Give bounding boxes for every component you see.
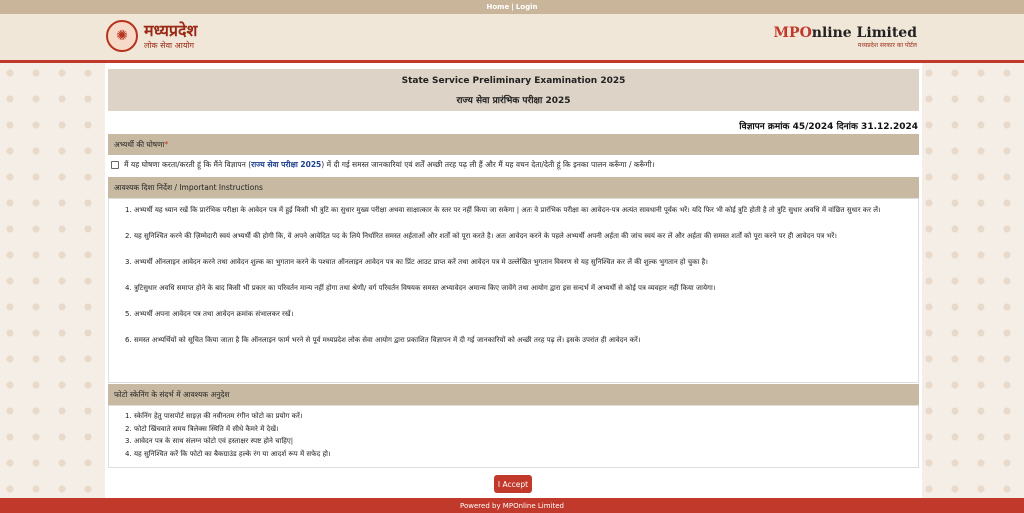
photo-instruction-item: 4. यह सुनिश्चित करें कि फोटो का बैकग्राउं… [125, 449, 331, 458]
instructions-section-header: आवश्यक दिशा निर्देश / Important Instruct… [108, 177, 919, 198]
right-background-pattern [919, 63, 1024, 498]
declaration-header-label: अभ्यर्थी की घोषणा [114, 139, 165, 149]
logo-title: मध्यप्रदेश [144, 20, 198, 40]
instructions-list: 1. अभ्यर्थी यह ध्यान रखें कि प्रारंभिक पर… [125, 204, 905, 360]
exam-header: State Service Preliminary Examination 20… [108, 69, 919, 111]
exam-title-english: State Service Preliminary Examination 20… [401, 76, 626, 86]
photo-instructions-list: 1. स्केनिंग हेतु पासपोर्ट साइज़ की नवीनतम… [125, 410, 331, 460]
mppsc-logo[interactable]: ✺ मध्यप्रदेश लोक सेवा आयोग [106, 20, 197, 52]
emblem-icon: ✺ [106, 20, 138, 52]
mponline-logo[interactable]: MPOnline Limited मध्यप्रदेश सरकार का पोर… [774, 26, 917, 49]
instruction-item: 6. समस्त अभ्यर्थियों को सूचित किया जाता ह… [125, 336, 641, 344]
declaration-row: मैं यह घोषणा करता/करती हूं कि मैंने विज्… [111, 160, 654, 170]
site-header: ✺ मध्यप्रदेश लोक सेवा आयोग MPOnline Limi… [0, 14, 1024, 60]
photo-instruction-item: 2. फोटो खिंचवाते समय त्रिलेक्स स्थिति में… [125, 424, 279, 433]
nav-separator: | [511, 3, 514, 11]
instruction-item: 1. अभ्यर्थी यह ध्यान रखें कि प्रारंभिक पर… [125, 206, 881, 214]
accept-button[interactable]: I Accept [494, 475, 532, 493]
instruction-item: 3. अभ्यर्थी ऑनलाइन आवेदन करने तथा आवेदन श… [125, 258, 708, 266]
footer: Powered by MPOnline Limited [0, 498, 1024, 513]
photo-instruction-item: 1. स्केनिंग हेतु पासपोर्ट साइज़ की नवीनतम… [125, 412, 303, 420]
photo-instruction-item: 3. आवेदन पत्र के साथ संलग्न फोटो एवं हस्त… [125, 437, 294, 445]
main-content: State Service Preliminary Examination 20… [105, 63, 922, 498]
photo-instructions-box: 1. स्केनिंग हेतु पासपोर्ट साइज़ की नवीनतम… [108, 405, 919, 468]
advertisement-link[interactable]: राज्य सेवा परीक्षा 2025 [251, 160, 321, 170]
instruction-item: 4. त्रुटिसुधार अवधि समाप्त होने के बाद कि… [125, 284, 716, 292]
left-background-pattern [0, 63, 105, 498]
instruction-item: 5. अभ्यर्थी अपना आवेदन पत्र तथा आवेदन क्र… [125, 310, 294, 318]
top-nav-bar: Home | Login [0, 0, 1024, 14]
footer-text: Powered by MPOnline Limited [460, 501, 564, 510]
required-mark: * [164, 140, 169, 149]
home-link[interactable]: Home [487, 3, 510, 11]
mponline-brand: MPOnline Limited [773, 25, 917, 41]
logo-subtitle: लोक सेवा आयोग [144, 40, 195, 50]
declaration-text-after: ) में दी गई समस्त जानकारियां एवं शर्तें … [321, 160, 655, 169]
declaration-text-before: मैं यह घोषणा करता/करती हूं कि मैंने विज्… [124, 160, 252, 169]
instructions-header-label: आवश्यक दिशा निर्देश / Important Instruct… [114, 182, 263, 192]
exam-title-hindi: राज्य सेवा प्रारंभिक परीक्षा 2025 [456, 96, 571, 106]
photo-section-header: फोटो स्केनिंग के संदर्भ में आवश्यक अनुदे… [108, 384, 919, 405]
photo-header-label: फोटो स्केनिंग के संदर्भ में आवश्यक अनुदे… [114, 389, 230, 399]
instruction-item: 2. यह सुनिश्चित करने की ज़िम्मेदारी स्वयं… [125, 232, 837, 240]
mponline-tagline: मध्यप्रदेश सरकार का पोर्टल [857, 42, 917, 49]
declaration-section-header: अभ्यर्थी की घोषणा * [108, 134, 919, 155]
instructions-box: 1. अभ्यर्थी यह ध्यान रखें कि प्रारंभिक पर… [108, 198, 919, 383]
advertisement-number: विज्ञापन क्रमांक 45/2024 दिनांक 31.12.20… [739, 122, 918, 132]
login-link[interactable]: Login [516, 3, 538, 11]
declaration-checkbox[interactable] [111, 161, 119, 169]
